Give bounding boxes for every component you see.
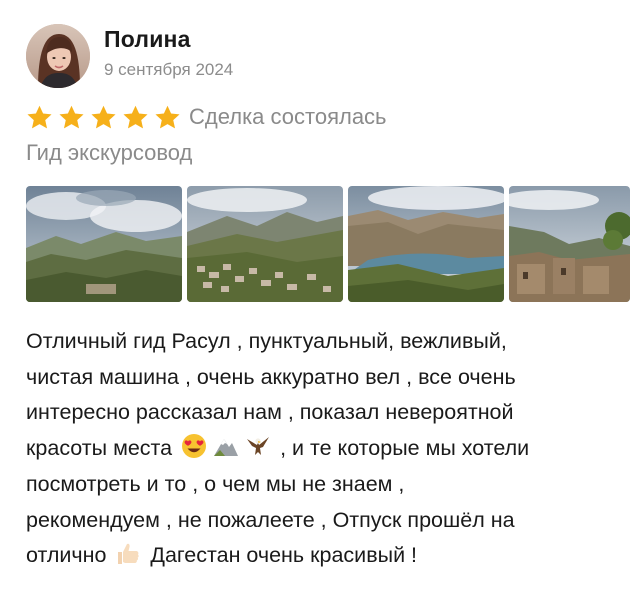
review-text-fragment: красоты места [26,436,173,461]
deal-status: Сделка состоялась [189,104,387,129]
review-text-fragment: Дагестан очень красивый ! [144,543,418,568]
review-date: 9 сентября 2024 [104,60,234,79]
eagle-emoji [247,437,270,456]
mountain-panorama-photo [26,186,182,302]
review-line: отлично Дагестан очень красивый ! [26,538,606,574]
author-name[interactable]: Полина [104,26,191,53]
mountain-village-photo [187,186,343,302]
review-photo[interactable] [509,186,630,302]
review-line: посмотреть и то , о чем мы не знаем , [26,471,405,496]
star-icon [155,105,180,129]
avatar[interactable] [26,24,90,88]
review-card: Полина 9 сентября 2024 Сделка состоялась… [0,0,630,600]
review-line: чистая машина , очень аккуратно вел , вс… [26,364,516,389]
review-photo[interactable] [187,186,343,302]
mountain-emoji [214,439,239,457]
heart-eyes-emoji [182,434,207,459]
review-text-fragment: , и те которые мы хотели [274,436,530,461]
star-icon [27,105,52,129]
thumbs-up-emoji [118,543,140,565]
mountain-ruins-photo [509,186,630,302]
review-line: красоты места , и те которые мы хотели [26,431,606,467]
rating-stars [26,104,186,131]
review-line: рекомендуем , не пожалеете , Отпуск прош… [26,507,515,532]
star-icon [91,105,116,129]
review-line: интересно рассказал нам , показал неверо… [26,400,514,425]
review-text: Отличный гид Расул , пунктуальный, вежли… [26,324,606,574]
review-line: Отличный гид Расул , пунктуальный, вежли… [26,329,507,353]
review-photo[interactable] [348,186,504,302]
star-icon [59,105,84,129]
canyon-reservoir-photo [348,186,504,302]
star-icon [123,105,148,129]
review-text-fragment: отлично [26,543,107,568]
service-category[interactable]: Гид экскурсовод [26,140,192,166]
review-photo[interactable] [26,186,182,302]
